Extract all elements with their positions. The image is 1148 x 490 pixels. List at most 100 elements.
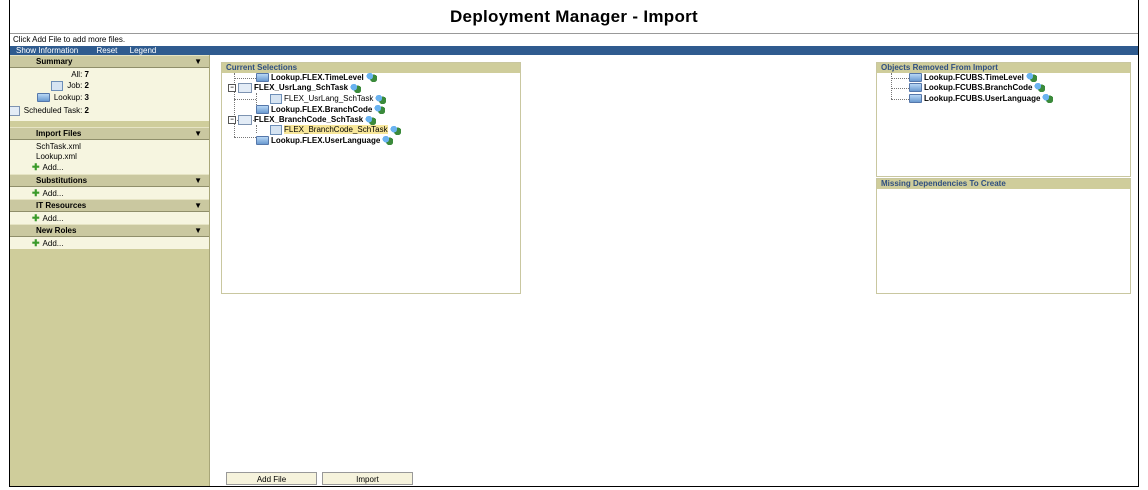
scheduled-task-icon bbox=[10, 106, 20, 116]
add-new-role[interactable]: ✚ Add... bbox=[10, 238, 209, 248]
add-import-file[interactable]: ✚ Add... bbox=[10, 162, 209, 172]
summary-job-value: 2 bbox=[84, 81, 89, 91]
collapse-icon[interactable]: − bbox=[228, 84, 236, 92]
add-label: Add... bbox=[42, 163, 64, 172]
tree-item-label: Lookup.FLEX.UserLanguage bbox=[271, 136, 381, 145]
current-selections-heading: Current Selections bbox=[222, 63, 520, 73]
tree-item-label: FLEX_BranchCode_SchTask bbox=[284, 125, 388, 135]
summary-job: Job: 2 bbox=[50, 81, 89, 91]
tree-item-label: FLEX_UsrLang_SchTask bbox=[284, 94, 374, 104]
add-icon: ✚ bbox=[32, 238, 40, 248]
people-icon bbox=[1042, 94, 1054, 104]
summary-scheduled-label: Scheduled Task: bbox=[23, 106, 83, 116]
summary-scheduled: Scheduled Task: 2 bbox=[10, 106, 89, 116]
add-it-resource[interactable]: ✚ Add... bbox=[10, 213, 209, 223]
menu-legend[interactable]: Legend bbox=[130, 46, 157, 55]
add-label: Add... bbox=[42, 239, 64, 248]
people-icon bbox=[375, 94, 387, 104]
tree-item[interactable]: Lookup.FLEX.TimeLevel bbox=[256, 73, 377, 83]
people-icon bbox=[365, 115, 377, 125]
hint-text: Click Add File to add more files. bbox=[10, 33, 1138, 45]
collapse-arrow-icon[interactable]: ▼ bbox=[194, 128, 202, 139]
summary-lookup-value: 3 bbox=[84, 93, 89, 102]
substitutions-panel: ✚ Add... bbox=[10, 187, 209, 199]
substitutions-header[interactable]: Substitutions ▼ bbox=[10, 174, 209, 187]
tree-item-label: Lookup.FLEX.TimeLevel bbox=[271, 73, 364, 82]
add-icon: ✚ bbox=[32, 188, 40, 198]
menubar: Show Information Reset Legend bbox=[10, 46, 1138, 55]
removed-item[interactable]: Lookup.FCUBS.BranchCode bbox=[909, 83, 1046, 93]
people-icon bbox=[365, 73, 377, 83]
removed-item[interactable]: Lookup.FCUBS.UserLanguage bbox=[909, 94, 1054, 104]
import-file-item[interactable]: SchTask.xml bbox=[10, 142, 209, 152]
it-resources-panel: ✚ Add... bbox=[10, 212, 209, 224]
scheduled-task-icon bbox=[238, 115, 252, 125]
missing-dependencies-panel: Missing Dependencies To Create bbox=[876, 178, 1131, 294]
import-files-heading: Import Files bbox=[36, 129, 82, 138]
substitutions-heading: Substitutions bbox=[36, 176, 88, 185]
collapse-icon[interactable]: − bbox=[228, 116, 236, 124]
page-title: Deployment Manager - Import bbox=[449, 7, 699, 26]
tree-item[interactable]: − FLEX_BranchCode_SchTask bbox=[228, 115, 377, 125]
it-resources-heading: IT Resources bbox=[36, 201, 87, 210]
import-files-header[interactable]: Import Files ▼ bbox=[10, 127, 209, 140]
summary-all-value: 7 bbox=[84, 70, 89, 79]
add-icon: ✚ bbox=[32, 162, 40, 172]
removed-item-label: Lookup.FCUBS.TimeLevel bbox=[924, 73, 1024, 82]
summary-lookup-label: Lookup: bbox=[53, 93, 83, 102]
tree-item-label: FLEX_UsrLang_SchTask bbox=[254, 83, 349, 93]
current-selections-tree: Lookup.FLEX.TimeLevel − FLEX_UsrLang_SchT… bbox=[222, 73, 520, 293]
summary-job-label: Job: bbox=[67, 81, 83, 91]
menu-show-information[interactable]: Show Information bbox=[16, 46, 78, 55]
job-icon bbox=[270, 94, 282, 104]
objects-removed-heading: Objects Removed From Import bbox=[877, 63, 1130, 73]
import-file-item[interactable]: Lookup.xml bbox=[10, 152, 209, 162]
lookup-icon bbox=[256, 136, 269, 146]
app-frame: Deployment Manager - Import Click Add Fi… bbox=[9, 0, 1139, 487]
people-icon bbox=[1025, 73, 1037, 83]
lookup-icon bbox=[909, 73, 922, 83]
menu-reset[interactable]: Reset bbox=[97, 46, 118, 55]
summary-all-label: All: bbox=[71, 70, 83, 79]
lookup-icon bbox=[36, 93, 50, 103]
tree-item[interactable]: − FLEX_UsrLang_SchTask bbox=[228, 83, 362, 93]
lookup-icon bbox=[909, 94, 922, 104]
job-icon bbox=[270, 125, 282, 135]
new-roles-heading: New Roles bbox=[36, 226, 77, 235]
removed-item[interactable]: Lookup.FCUBS.TimeLevel bbox=[909, 73, 1037, 83]
lookup-icon bbox=[256, 73, 269, 83]
summary-heading: Summary bbox=[36, 57, 73, 66]
tree-item-label: FLEX_BranchCode_SchTask bbox=[254, 115, 364, 125]
collapse-arrow-icon[interactable]: ▼ bbox=[194, 200, 202, 211]
objects-removed-panel: Objects Removed From Import Lookup.FCUBS… bbox=[876, 62, 1131, 177]
tree-item-label: Lookup.FLEX.BranchCode bbox=[271, 105, 373, 114]
tree-item[interactable]: Lookup.FLEX.BranchCode bbox=[256, 105, 386, 115]
tree-item[interactable]: FLEX_UsrLang_SchTask bbox=[270, 94, 387, 104]
objects-removed-tree: Lookup.FCUBS.TimeLevel Lookup.FCUBS.Bran… bbox=[877, 73, 1130, 173]
add-label: Add... bbox=[42, 189, 64, 198]
collapse-arrow-icon[interactable]: ▼ bbox=[194, 56, 202, 67]
collapse-arrow-icon[interactable]: ▼ bbox=[194, 175, 202, 186]
new-roles-panel: ✚ Add... bbox=[10, 237, 209, 249]
current-selections-panel: Current Selections Lookup.FLEX.TimeLevel… bbox=[221, 62, 521, 294]
add-file-button[interactable]: Add File bbox=[226, 472, 317, 485]
add-substitution[interactable]: ✚ Add... bbox=[10, 188, 209, 198]
removed-item-label: Lookup.FCUBS.UserLanguage bbox=[924, 94, 1041, 103]
new-roles-header[interactable]: New Roles ▼ bbox=[10, 224, 209, 237]
summary-scheduled-value: 2 bbox=[84, 106, 89, 116]
add-label: Add... bbox=[42, 214, 64, 223]
add-icon: ✚ bbox=[32, 213, 40, 223]
tree-item-selected[interactable]: FLEX_BranchCode_SchTask bbox=[270, 125, 401, 135]
removed-item-label: Lookup.FCUBS.BranchCode bbox=[924, 83, 1033, 92]
summary-header[interactable]: Summary ▼ bbox=[10, 55, 209, 68]
it-resources-header[interactable]: IT Resources ▼ bbox=[10, 199, 209, 212]
people-icon bbox=[1034, 83, 1046, 93]
summary-panel: All: 7 Job: 2 Lookup: 3 Scheduled Task: … bbox=[10, 68, 209, 121]
tree-item[interactable]: Lookup.FLEX.UserLanguage bbox=[256, 136, 394, 146]
import-button[interactable]: Import bbox=[322, 472, 413, 485]
people-icon bbox=[382, 136, 394, 146]
job-icon bbox=[50, 81, 63, 91]
collapse-arrow-icon[interactable]: ▼ bbox=[194, 225, 202, 236]
summary-all: All: 7 bbox=[71, 70, 89, 79]
people-icon bbox=[374, 105, 386, 115]
